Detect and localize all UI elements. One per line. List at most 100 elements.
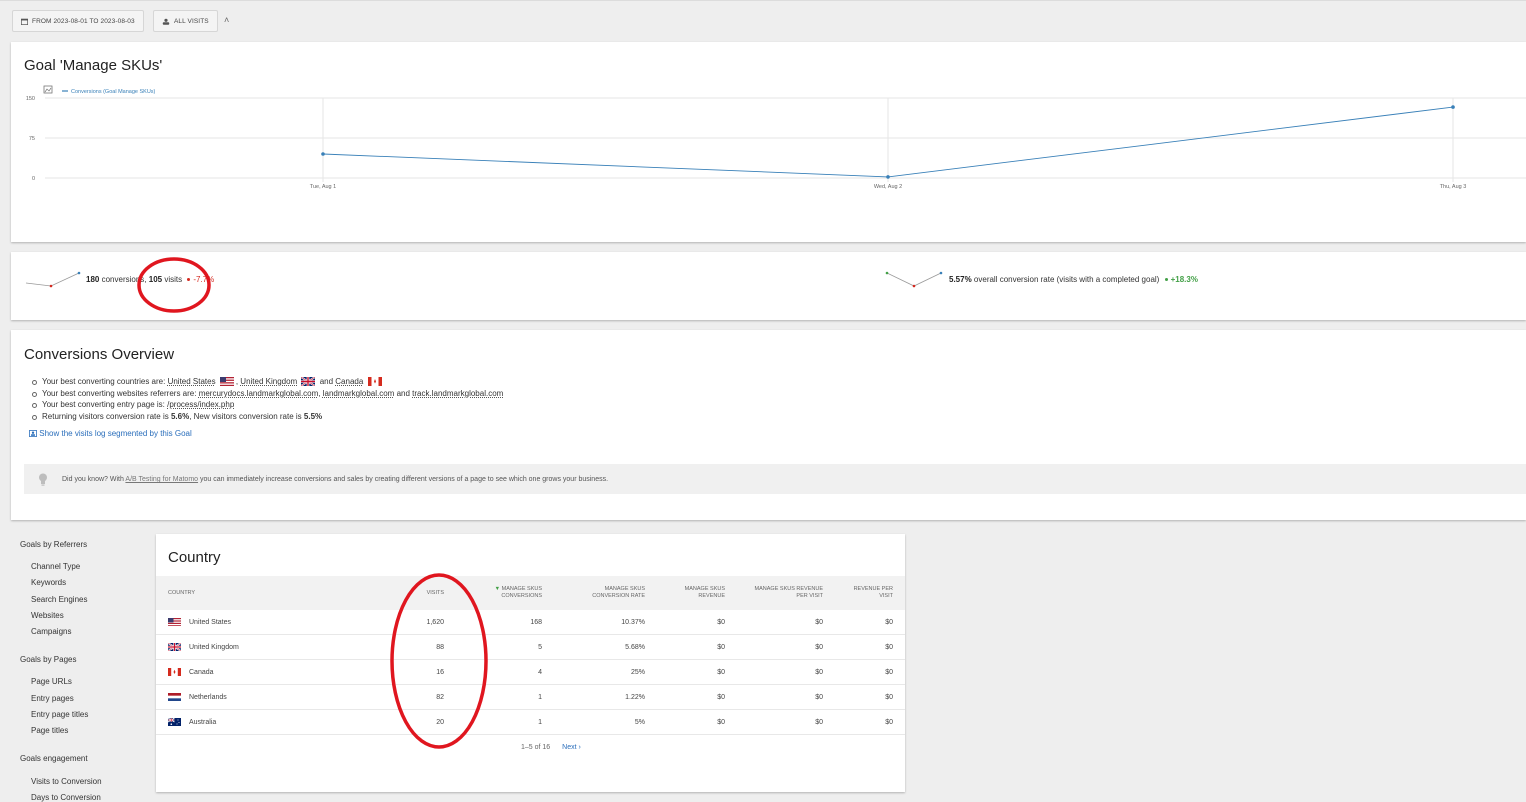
conversions-change: -7.7% — [193, 275, 215, 284]
legend-series-label[interactable]: Conversions (Goal Manage SKUs) — [71, 89, 156, 95]
nav-item-campaigns[interactable]: Campaigns — [31, 627, 71, 636]
cell-conversions: 168 — [530, 619, 542, 626]
chart-type-icon[interactable] — [43, 85, 53, 94]
collapse-chevron-icon[interactable]: ˄ — [224, 15, 229, 25]
nav-item-entry-pages[interactable]: Entry pages — [31, 694, 74, 703]
y-tick-label: 0 — [32, 176, 35, 182]
conversion-rate-sparkline[interactable] — [884, 270, 944, 288]
country-report-title: Country — [168, 549, 221, 566]
cell-conversions: 1 — [538, 694, 542, 701]
table-row[interactable]: United States 1,620 168 10.37% $0 $0 $0 — [156, 610, 905, 635]
new-prefix: New visitors conversion rate is — [193, 411, 302, 421]
data-point[interactable] — [1451, 105, 1455, 109]
positive-indicator-icon — [1164, 277, 1168, 281]
nav-item-visits-to-conversion[interactable]: Visits to Conversion — [31, 777, 102, 786]
nav-item-channel-type[interactable]: Channel Type — [31, 562, 80, 571]
col-conversion-rate[interactable]: MANAGE SKUS CONVERSION RATE — [575, 586, 645, 600]
next-page-link[interactable]: Next › — [562, 744, 581, 751]
calendar-icon — [21, 18, 28, 25]
cell-conversion-rate: 25% — [630, 669, 645, 676]
nav-item-websites[interactable]: Websites — [31, 611, 64, 620]
nav-item-page-urls[interactable]: Page URLs — [31, 677, 72, 686]
col-visits[interactable]: VISITS — [394, 590, 444, 597]
period-label: FROM 2023-08-01 TO 2023-08-03 — [32, 17, 135, 25]
col-revenue-per-visit[interactable]: MANAGE SKUS REVENUE PER VISIT — [745, 586, 823, 600]
overview-title: Conversions Overview — [24, 346, 175, 363]
x-tick-label: Tue, Aug 1 — [310, 184, 336, 190]
table-header: COUNTRY VISITS ▼ MANAGE SKUS CONVERSIONS… — [156, 576, 905, 610]
cell-revenue: $0 — [717, 694, 725, 701]
table-row[interactable]: United Kingdom 88 5 5.68% $0 $0 $0 — [156, 635, 905, 660]
referrer-link-1[interactable]: mercurydocs.landmarkglobal.com — [199, 389, 319, 398]
data-point[interactable] — [886, 175, 890, 179]
conversions-metric: 180 conversions, 105 visits -7.7% — [86, 275, 214, 284]
entry-prefix: Your best converting entry page is: — [42, 400, 165, 409]
cell-revenue-per-visit: $0 — [815, 644, 823, 651]
col-rev-per-visit[interactable]: REVENUE PER VISIT — [843, 586, 893, 600]
cell-revenue-per-visit: $0 — [815, 694, 823, 701]
nav-item-keywords[interactable]: Keywords — [31, 578, 66, 587]
tip-text: Did you know? With A/B Testing for Matom… — [62, 476, 608, 483]
negative-indicator-icon — [187, 277, 191, 281]
col-conversions[interactable]: ▼ MANAGE SKUS CONVERSIONS — [482, 586, 542, 600]
referrer-link-3[interactable]: track.landmarkglobal.com — [412, 389, 503, 398]
nav-item-page-titles[interactable]: Page titles — [31, 726, 68, 735]
pager-range: 1–5 of 16 — [521, 744, 551, 751]
data-point[interactable] — [321, 152, 325, 156]
sparkline-card: 180 conversions, 105 visits -7.7% 5.57% … — [11, 252, 1526, 320]
conversion-rate-value: 5.57% — [949, 275, 972, 284]
nl-flag-icon — [168, 693, 181, 701]
y-tick-label: 75 — [29, 136, 35, 142]
country-report-card: Country COUNTRY VISITS ▼ MANAGE SKUS CON… — [156, 534, 905, 792]
conversions-label: conversions, — [101, 275, 147, 284]
ab-testing-link[interactable]: A/B Testing for Matomo — [125, 476, 198, 483]
ca-flag-icon — [367, 377, 382, 387]
nav-item-days-to-conversion[interactable]: Days to Conversion — [31, 793, 101, 802]
nav-item-entry-page-titles[interactable]: Entry page titles — [31, 710, 88, 719]
entry-page-link[interactable]: /process/index.php — [167, 400, 234, 409]
visits-label: visits — [164, 275, 183, 284]
cell-rev-per-visit: $0 — [885, 644, 893, 651]
visits-log-link[interactable]: Show the visits log segmented by this Go… — [29, 429, 192, 438]
col-revenue[interactable]: MANAGE SKUS REVENUE — [675, 586, 725, 600]
cell-rev-per-visit: $0 — [885, 669, 893, 676]
country-link-us[interactable]: United States — [168, 377, 216, 386]
col-country[interactable]: COUNTRY — [168, 590, 195, 597]
cell-revenue: $0 — [717, 644, 725, 651]
countries-prefix: Your best converting countries are: — [42, 377, 166, 386]
x-tick-label: Wed, Aug 2 — [874, 184, 902, 190]
visits-value: 105 — [148, 275, 163, 284]
overview-visitor-rates: Returning visitors conversion rate is 5.… — [31, 411, 503, 423]
evolution-chart: 150 75 0 Tue, Aug 1 Wed, Aug 2 Thu, Aug 3 Con… — [26, 85, 1526, 190]
table-row[interactable]: Netherlands 82 1 1.22% $0 $0 $0 — [156, 685, 905, 710]
cell-revenue: $0 — [717, 669, 725, 676]
cell-country: United States — [189, 619, 232, 626]
country-link-gb[interactable]: United Kingdom — [240, 377, 297, 386]
referrer-link-2[interactable]: landmarkglobal.com — [323, 389, 395, 398]
cell-country: United Kingdom — [189, 644, 239, 651]
cell-revenue-per-visit: $0 — [815, 719, 823, 726]
country-link-ca[interactable]: Canada — [335, 377, 363, 386]
nav-head-engagement: Goals engagement — [20, 754, 88, 763]
cell-rev-per-visit: $0 — [885, 719, 893, 726]
nav-head-referrers: Goals by Referrers — [20, 540, 88, 549]
table-row[interactable]: Australia 20 1 5% $0 $0 $0 — [156, 710, 905, 735]
cell-conversion-rate: 5.68% — [625, 644, 645, 651]
cell-visits: 16 — [436, 669, 444, 676]
cell-visits: 1,620 — [426, 619, 444, 626]
lightbulb-icon — [39, 473, 47, 486]
top-toolbar: FROM 2023-08-01 TO 2023-08-03 ALL VISITS… — [0, 0, 1526, 42]
conversion-rate-metric: 5.57% overall conversion rate (visits wi… — [949, 275, 1198, 284]
cell-conversion-rate: 10.37% — [621, 619, 645, 626]
period-selector[interactable]: FROM 2023-08-01 TO 2023-08-03 — [12, 10, 144, 32]
segment-selector[interactable]: ALL VISITS — [153, 10, 218, 32]
us-flag-icon — [219, 377, 234, 387]
table-row[interactable]: Canada 16 4 25% $0 $0 $0 — [156, 660, 905, 685]
nav-item-search-engines[interactable]: Search Engines — [31, 595, 87, 604]
tip-prefix: Did you know? With — [62, 476, 124, 483]
conversions-sparkline[interactable] — [24, 271, 82, 289]
cell-conversions: 5 — [538, 644, 542, 651]
tip-suffix: you can immediately increase conversions… — [200, 476, 609, 483]
cell-revenue-per-visit: $0 — [815, 619, 823, 626]
gb-flag-icon — [301, 377, 316, 387]
